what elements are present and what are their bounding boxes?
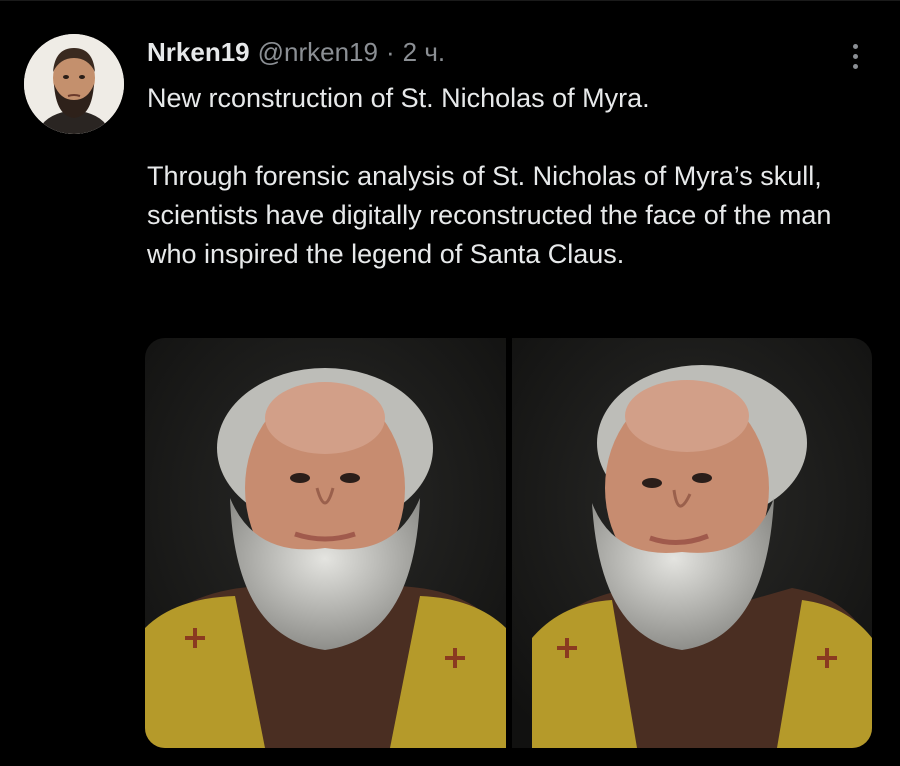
- top-divider: [0, 0, 900, 1]
- more-options-button[interactable]: [840, 38, 870, 74]
- more-vertical-icon-dot: [852, 43, 858, 49]
- header-separator: ·: [385, 36, 395, 67]
- reconstructed-face-front-image: [145, 338, 506, 748]
- tweet-header: Nrken19 @nrken19 · 2 ч.: [147, 34, 445, 70]
- reconstructed-face-three-quarter-image: [512, 338, 872, 748]
- author-name[interactable]: Nrken19: [147, 37, 250, 68]
- more-vertical-icon-dot: [852, 63, 858, 69]
- tweet-media-grid: [145, 338, 872, 748]
- media-image-front[interactable]: [145, 338, 506, 748]
- media-image-three-quarter[interactable]: [512, 338, 872, 748]
- bearded-man-portrait-icon: [24, 34, 124, 134]
- author-avatar[interactable]: [24, 34, 124, 134]
- tweet-text-paragraph: Through forensic analysis of St. Nichola…: [147, 161, 832, 269]
- author-handle[interactable]: @nrken19: [258, 37, 378, 68]
- tweet-timestamp[interactable]: 2 ч.: [403, 37, 445, 68]
- tweet-text: New rconstruction of St. Nicholas of Myr…: [147, 79, 867, 274]
- tweet-text-paragraph: New rconstruction of St. Nicholas of Myr…: [147, 83, 650, 113]
- more-vertical-icon-dot: [852, 53, 858, 59]
